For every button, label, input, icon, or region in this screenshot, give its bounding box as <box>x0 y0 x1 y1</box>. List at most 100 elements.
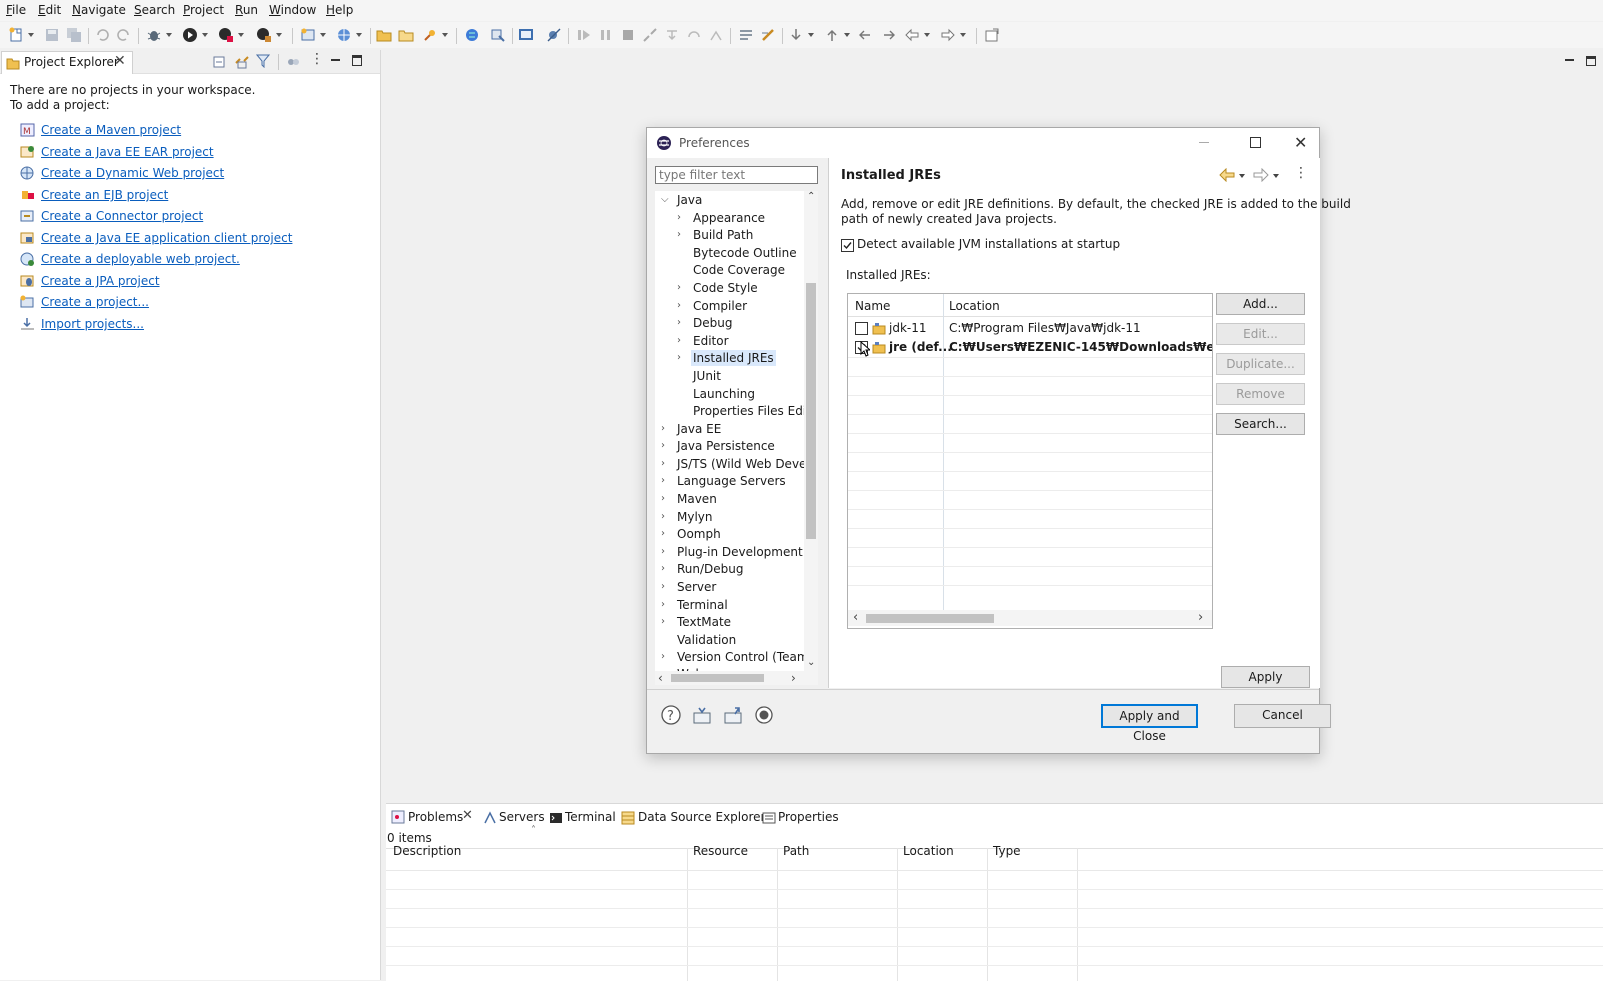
help-icon[interactable]: ? <box>661 705 681 725</box>
new-dropdown-icon[interactable] <box>28 33 34 37</box>
tree-item-language-servers[interactable]: Language Servers <box>677 474 786 488</box>
menu-run[interactable]: Run <box>235 3 258 17</box>
step-return-icon[interactable] <box>708 27 724 43</box>
filter-icon[interactable] <box>256 54 270 68</box>
menu-edit[interactable]: Edit <box>38 3 61 17</box>
tree-item-run-debug[interactable]: Run/Debug <box>677 562 744 576</box>
detect-jvm-checkbox[interactable] <box>841 239 854 252</box>
chevron-right-icon[interactable]: › <box>661 493 665 504</box>
search-dropdown-icon[interactable] <box>442 33 448 37</box>
tree-item-terminal[interactable]: Terminal <box>677 598 728 612</box>
chevron-right-icon[interactable]: › <box>661 475 665 486</box>
tab-servers[interactable]: Servers <box>499 810 545 824</box>
cancel-button[interactable]: Cancel <box>1234 704 1331 728</box>
import-preferences-icon[interactable] <box>692 705 712 725</box>
coverage-dropdown-icon[interactable] <box>238 33 244 37</box>
forward-edit-icon[interactable] <box>880 27 896 43</box>
redo-icon[interactable] <box>116 27 132 43</box>
collapse-all-icon[interactable] <box>213 55 227 69</box>
chevron-right-icon[interactable]: › <box>677 317 681 328</box>
web-service-icon[interactable] <box>336 27 352 43</box>
create-dynamic-web-project-link[interactable]: Create a Dynamic Web project <box>41 166 224 180</box>
scroll-left-icon[interactable]: ‹ <box>658 671 663 685</box>
apply-and-close-button[interactable]: Apply and Close <box>1101 704 1198 743</box>
last-edit-icon[interactable] <box>858 27 874 43</box>
tab-data-source-explorer[interactable]: Data Source Explorer <box>638 810 765 824</box>
close-icon[interactable]: ✕ <box>462 808 473 823</box>
chevron-right-icon[interactable]: › <box>677 212 681 223</box>
record-preferences-icon[interactable] <box>754 705 774 725</box>
tab-properties[interactable]: Properties <box>778 810 839 824</box>
chevron-right-icon[interactable]: › <box>661 651 665 662</box>
chevron-right-icon[interactable]: › <box>661 440 665 451</box>
web-service-dropdown-icon[interactable] <box>356 33 362 37</box>
chevron-right-icon[interactable]: › <box>661 563 665 574</box>
suspend-icon[interactable] <box>598 27 614 43</box>
forward-arrow-icon[interactable] <box>1253 168 1269 182</box>
view-menu-icon[interactable]: ⋮ <box>310 51 324 67</box>
chevron-right-icon[interactable]: › <box>677 282 681 293</box>
chevron-right-icon[interactable]: › <box>677 335 681 346</box>
chevron-right-icon[interactable]: › <box>661 546 665 557</box>
back-arrow-icon[interactable] <box>1219 168 1235 182</box>
save-all-icon[interactable] <box>66 27 82 43</box>
next-annotation-dropdown-icon[interactable] <box>808 33 814 37</box>
tree-item-editor[interactable]: Editor <box>693 334 729 348</box>
forward-dropdown-icon[interactable] <box>960 33 966 37</box>
tree-item-js-ts[interactable]: JS/TS (Wild Web Develc <box>677 457 816 471</box>
save-icon[interactable] <box>44 27 60 43</box>
tree-item-launching[interactable]: Launching <box>693 387 755 401</box>
tree-item-bytecode-outline[interactable]: Bytecode Outline <box>693 246 797 260</box>
menu-window[interactable]: Window <box>269 3 316 17</box>
undo-icon[interactable] <box>94 27 110 43</box>
dialog-close-icon[interactable]: ✕ <box>1294 133 1307 152</box>
scroll-right-icon[interactable]: › <box>1198 610 1203 625</box>
editor-maximize-icon[interactable] <box>1586 56 1596 66</box>
tree-item-appearance[interactable]: Appearance <box>693 211 765 225</box>
back-dropdown-icon[interactable] <box>924 33 930 37</box>
table-row[interactable]: jre (def... C:₩Users₩EZENIC-145₩Download… <box>848 338 1212 357</box>
export-preferences-icon[interactable] <box>723 705 743 725</box>
back-icon[interactable] <box>904 27 920 43</box>
menu-project[interactable]: Project <box>183 3 224 17</box>
run-icon[interactable] <box>182 27 198 43</box>
maximize-icon[interactable] <box>352 55 362 66</box>
tree-item-oomph[interactable]: Oomph <box>677 527 721 541</box>
tree-item-code-style[interactable]: Code Style <box>693 281 758 295</box>
page-menu-icon[interactable]: ⋮ <box>1294 165 1308 181</box>
tree-item-mylyn[interactable]: Mylyn <box>677 510 713 524</box>
column-header-path[interactable]: Path <box>783 844 809 858</box>
quick-access-icon[interactable] <box>490 27 506 43</box>
debug-icon[interactable] <box>146 27 162 43</box>
search-tool-icon[interactable] <box>422 27 438 43</box>
next-annotation-icon[interactable] <box>788 27 804 43</box>
tree-item-debug[interactable]: Debug <box>693 316 732 330</box>
editor-minimize-icon[interactable] <box>1565 59 1574 61</box>
chevron-right-icon[interactable]: › <box>677 300 681 311</box>
tree-item-plugin-development[interactable]: Plug-in Development <box>677 545 803 559</box>
console-icon[interactable] <box>518 27 534 43</box>
new-server-dropdown-icon[interactable] <box>320 33 326 37</box>
tree-item-java-persistence[interactable]: Java Persistence <box>677 439 775 453</box>
chevron-right-icon[interactable]: › <box>661 423 665 434</box>
step-over-icon[interactable] <box>686 27 702 43</box>
previous-annotation-dropdown-icon[interactable] <box>844 33 850 37</box>
coverage-icon[interactable] <box>218 27 234 43</box>
create-ejb-project-link[interactable]: Create an EJB project <box>41 188 168 202</box>
duplicate-jre-button[interactable]: Duplicate... <box>1216 353 1305 375</box>
minimize-icon[interactable] <box>331 59 340 61</box>
disconnect-icon[interactable] <box>642 27 658 43</box>
tab-problems[interactable]: Problems ✕ <box>386 804 474 828</box>
dialog-maximize-icon[interactable] <box>1250 137 1261 148</box>
close-icon[interactable]: ✕ <box>114 53 126 69</box>
create-jpa-project-link[interactable]: Create a JPA project <box>41 274 160 288</box>
new-server-icon[interactable] <box>300 27 316 43</box>
tree-item-installed-jres[interactable]: Installed JREs <box>691 350 776 366</box>
tab-terminal[interactable]: Terminal <box>565 810 616 824</box>
table-row[interactable]: jdk-11 C:₩Program Files₩Java₩jdk-11 <box>848 319 1212 338</box>
chevron-right-icon[interactable]: › <box>661 458 665 469</box>
pin-editor-icon[interactable] <box>984 27 1000 43</box>
menu-help[interactable]: Help <box>326 3 353 17</box>
create-project-link[interactable]: Create a project... <box>41 295 149 309</box>
chevron-right-icon[interactable]: › <box>677 229 681 240</box>
